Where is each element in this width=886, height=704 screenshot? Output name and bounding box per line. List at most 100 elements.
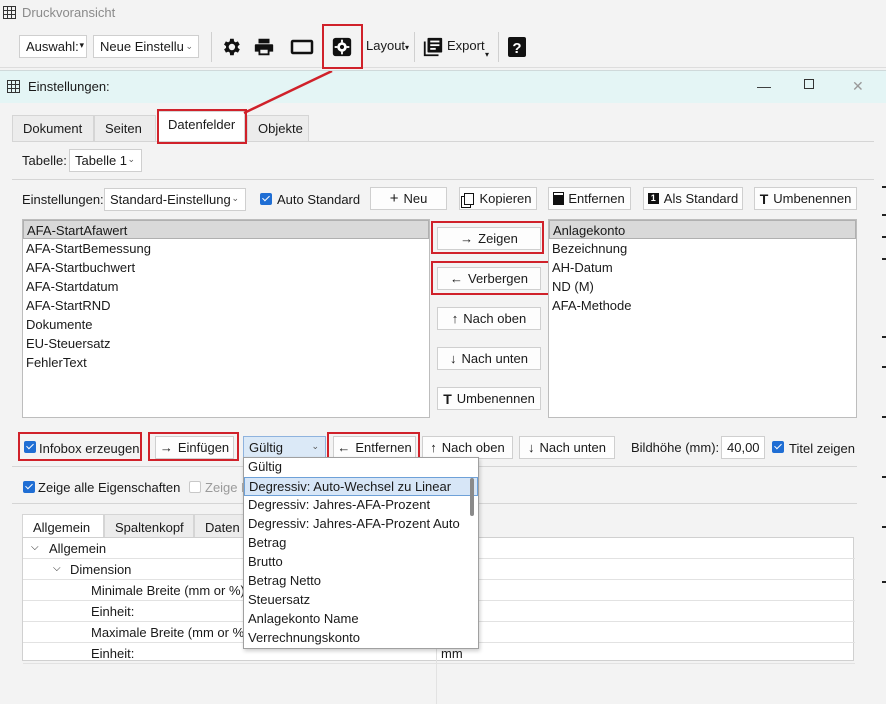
- close-icon[interactable]: ✕: [852, 78, 864, 95]
- layout-label: Layout: [366, 38, 406, 53]
- dropdown-option[interactable]: Betrag: [244, 534, 478, 553]
- tab-label: Objekte: [258, 121, 303, 136]
- tab-seiten[interactable]: Seiten: [94, 115, 156, 141]
- selection-label: Auswahl:: [26, 39, 79, 54]
- preset-value: Neue Einstellu: [100, 39, 184, 54]
- highlight-insert-button: [148, 432, 239, 461]
- chevron-down-icon: ⌄: [311, 441, 319, 451]
- list-item[interactable]: AFA-StartRND: [23, 296, 429, 315]
- settings-combo[interactable]: Standard-Einstellung ⌄: [104, 188, 246, 211]
- frame-icon[interactable]: [290, 35, 314, 59]
- infobox-checkbox[interactable]: [24, 441, 36, 453]
- tab-dokument[interactable]: Dokument: [12, 115, 94, 141]
- available-fields-list[interactable]: AFA-StartAfawert AFA-StartBemessung AFA-St…: [22, 219, 430, 418]
- button-label: Umbenennen: [456, 391, 535, 406]
- image-height-input[interactable]: 40,00: [721, 436, 765, 459]
- dropdown-option[interactable]: Degressiv: Jahres-AFA-Prozent: [244, 496, 478, 515]
- list-item[interactable]: EU-Steuersatz: [23, 334, 429, 353]
- export-icon[interactable]: [421, 35, 445, 59]
- rename-settings-button[interactable]: T Umbenennen: [754, 187, 857, 210]
- button-label: Nach unten: [539, 440, 607, 455]
- tab-panel-border: [12, 141, 874, 142]
- set-default-button[interactable]: 1 Als Standard: [643, 187, 743, 210]
- tab-label: Allgemein: [33, 520, 91, 535]
- text-t-icon: T: [443, 390, 452, 407]
- list-item[interactable]: AFA-StartBemessung: [23, 239, 429, 258]
- auto-standard-checkbox[interactable]: [260, 193, 272, 205]
- infobox-combo-value: Gültig: [249, 440, 283, 455]
- button-label: Entfernen: [568, 191, 625, 206]
- list-item[interactable]: AH-Datum: [549, 258, 856, 277]
- dropdown-option[interactable]: Anlagekonto Name: [244, 610, 478, 629]
- dropdown-scrollbar[interactable]: [470, 478, 474, 516]
- prop-label: Einheit:: [91, 646, 135, 661]
- arrow-up-icon: ↑: [451, 311, 459, 326]
- move-up-button[interactable]: ↑ Nach oben: [437, 307, 541, 330]
- tab-label: Dokument: [23, 121, 83, 136]
- dropdown-option[interactable]: Degressiv: Auto-Wechsel zu Linear: [244, 477, 478, 496]
- highlight-datenfelder-tab: [157, 109, 247, 144]
- chevron-down-icon: ⌄: [127, 154, 135, 164]
- list-item[interactable]: AFA-StartAfawert: [23, 220, 429, 239]
- settings-value: Standard-Einstellung: [110, 192, 231, 207]
- chevron-down-icon: ⌵: [53, 563, 61, 574]
- new-button[interactable]: + Neu: [370, 187, 447, 210]
- dropdown-option[interactable]: Brutto: [244, 553, 478, 572]
- button-label: Nach oben: [441, 440, 505, 455]
- button-label: Als Standard: [663, 191, 739, 206]
- show-title-checkbox[interactable]: [772, 441, 784, 453]
- list-item[interactable]: Anlagekonto: [549, 220, 856, 239]
- infobox-field-combo[interactable]: Gültig ⌄: [243, 436, 326, 459]
- show-b-checkbox[interactable]: [189, 481, 201, 493]
- selection-dropdown[interactable]: Auswahl: ▾: [19, 35, 87, 58]
- arrow-down-icon: ↓: [528, 440, 535, 455]
- dropdown-option[interactable]: Steuersatz: [244, 591, 478, 610]
- remove-button[interactable]: Entfernen: [548, 187, 631, 210]
- highlight-hide-button: [431, 261, 551, 295]
- minimize-icon[interactable]: —: [757, 78, 771, 94]
- button-label: Nach oben: [463, 311, 527, 326]
- table-value: Tabelle 1: [75, 153, 128, 168]
- copy-button[interactable]: Kopieren: [459, 187, 537, 210]
- maximize-icon[interactable]: [804, 79, 814, 89]
- help-icon[interactable]: ?: [505, 35, 529, 59]
- preset-dropdown[interactable]: Neue Einstellu ⌄: [93, 35, 199, 58]
- chevron-down-icon: ▾: [79, 40, 84, 50]
- list-item[interactable]: AFA-Startbuchwert: [23, 258, 429, 277]
- svg-text:?: ?: [512, 40, 521, 57]
- list-item[interactable]: Bezeichnung: [549, 239, 856, 258]
- list-item[interactable]: AFA-Methode: [549, 296, 856, 315]
- divider: [12, 179, 874, 180]
- toolbar-separator: [414, 32, 415, 62]
- auto-standard-label: Auto Standard: [277, 192, 361, 207]
- dropdown-option[interactable]: Degressiv: Jahres-AFA-Prozent Auto: [244, 515, 478, 534]
- list-item[interactable]: FehlerText: [23, 353, 429, 372]
- gear-icon[interactable]: [219, 35, 243, 59]
- table-combo[interactable]: Tabelle 1 ⌄: [69, 149, 142, 172]
- prop-label: Dimension: [70, 562, 132, 577]
- layout-menu[interactable]: Layout▾: [366, 38, 409, 53]
- shown-fields-list[interactable]: Anlagekonto Bezeichnung AH-Datum ND (M) AFA-…: [548, 219, 857, 418]
- infobox-down-button[interactable]: ↓ Nach unten: [519, 436, 615, 459]
- tab-objekte[interactable]: Objekte: [247, 115, 309, 141]
- default-one-icon: 1: [647, 193, 659, 204]
- dropdown-option[interactable]: Gültig: [244, 458, 478, 477]
- toolbar-separator: [211, 32, 212, 62]
- button-label: Umbenennen: [773, 191, 852, 206]
- infobox-up-button[interactable]: ↑ Nach oben: [422, 436, 513, 459]
- export-menu[interactable]: Export ▾: [447, 38, 489, 59]
- plus-icon: +: [389, 190, 399, 207]
- list-item[interactable]: AFA-Startdatum: [23, 277, 429, 296]
- dropdown-option[interactable]: Betrag Netto: [244, 572, 478, 591]
- show-all-properties-checkbox[interactable]: [23, 481, 35, 493]
- rename-field-button[interactable]: T Umbenennen: [437, 387, 541, 410]
- button-label: Nach unten: [461, 351, 529, 366]
- infobox-field-dropdown[interactable]: Gültig Degressiv: Auto-Wechsel zu Linear D…: [243, 457, 479, 649]
- list-item[interactable]: Dokumente: [23, 315, 429, 334]
- printer-icon[interactable]: [252, 35, 276, 59]
- list-item[interactable]: ND (M): [549, 277, 856, 296]
- highlight-show-button: [431, 221, 544, 254]
- table-label: Tabelle:: [22, 153, 67, 168]
- move-down-button[interactable]: ↓ Nach unten: [437, 347, 541, 370]
- dropdown-option[interactable]: Verrechnungskonto: [244, 629, 478, 648]
